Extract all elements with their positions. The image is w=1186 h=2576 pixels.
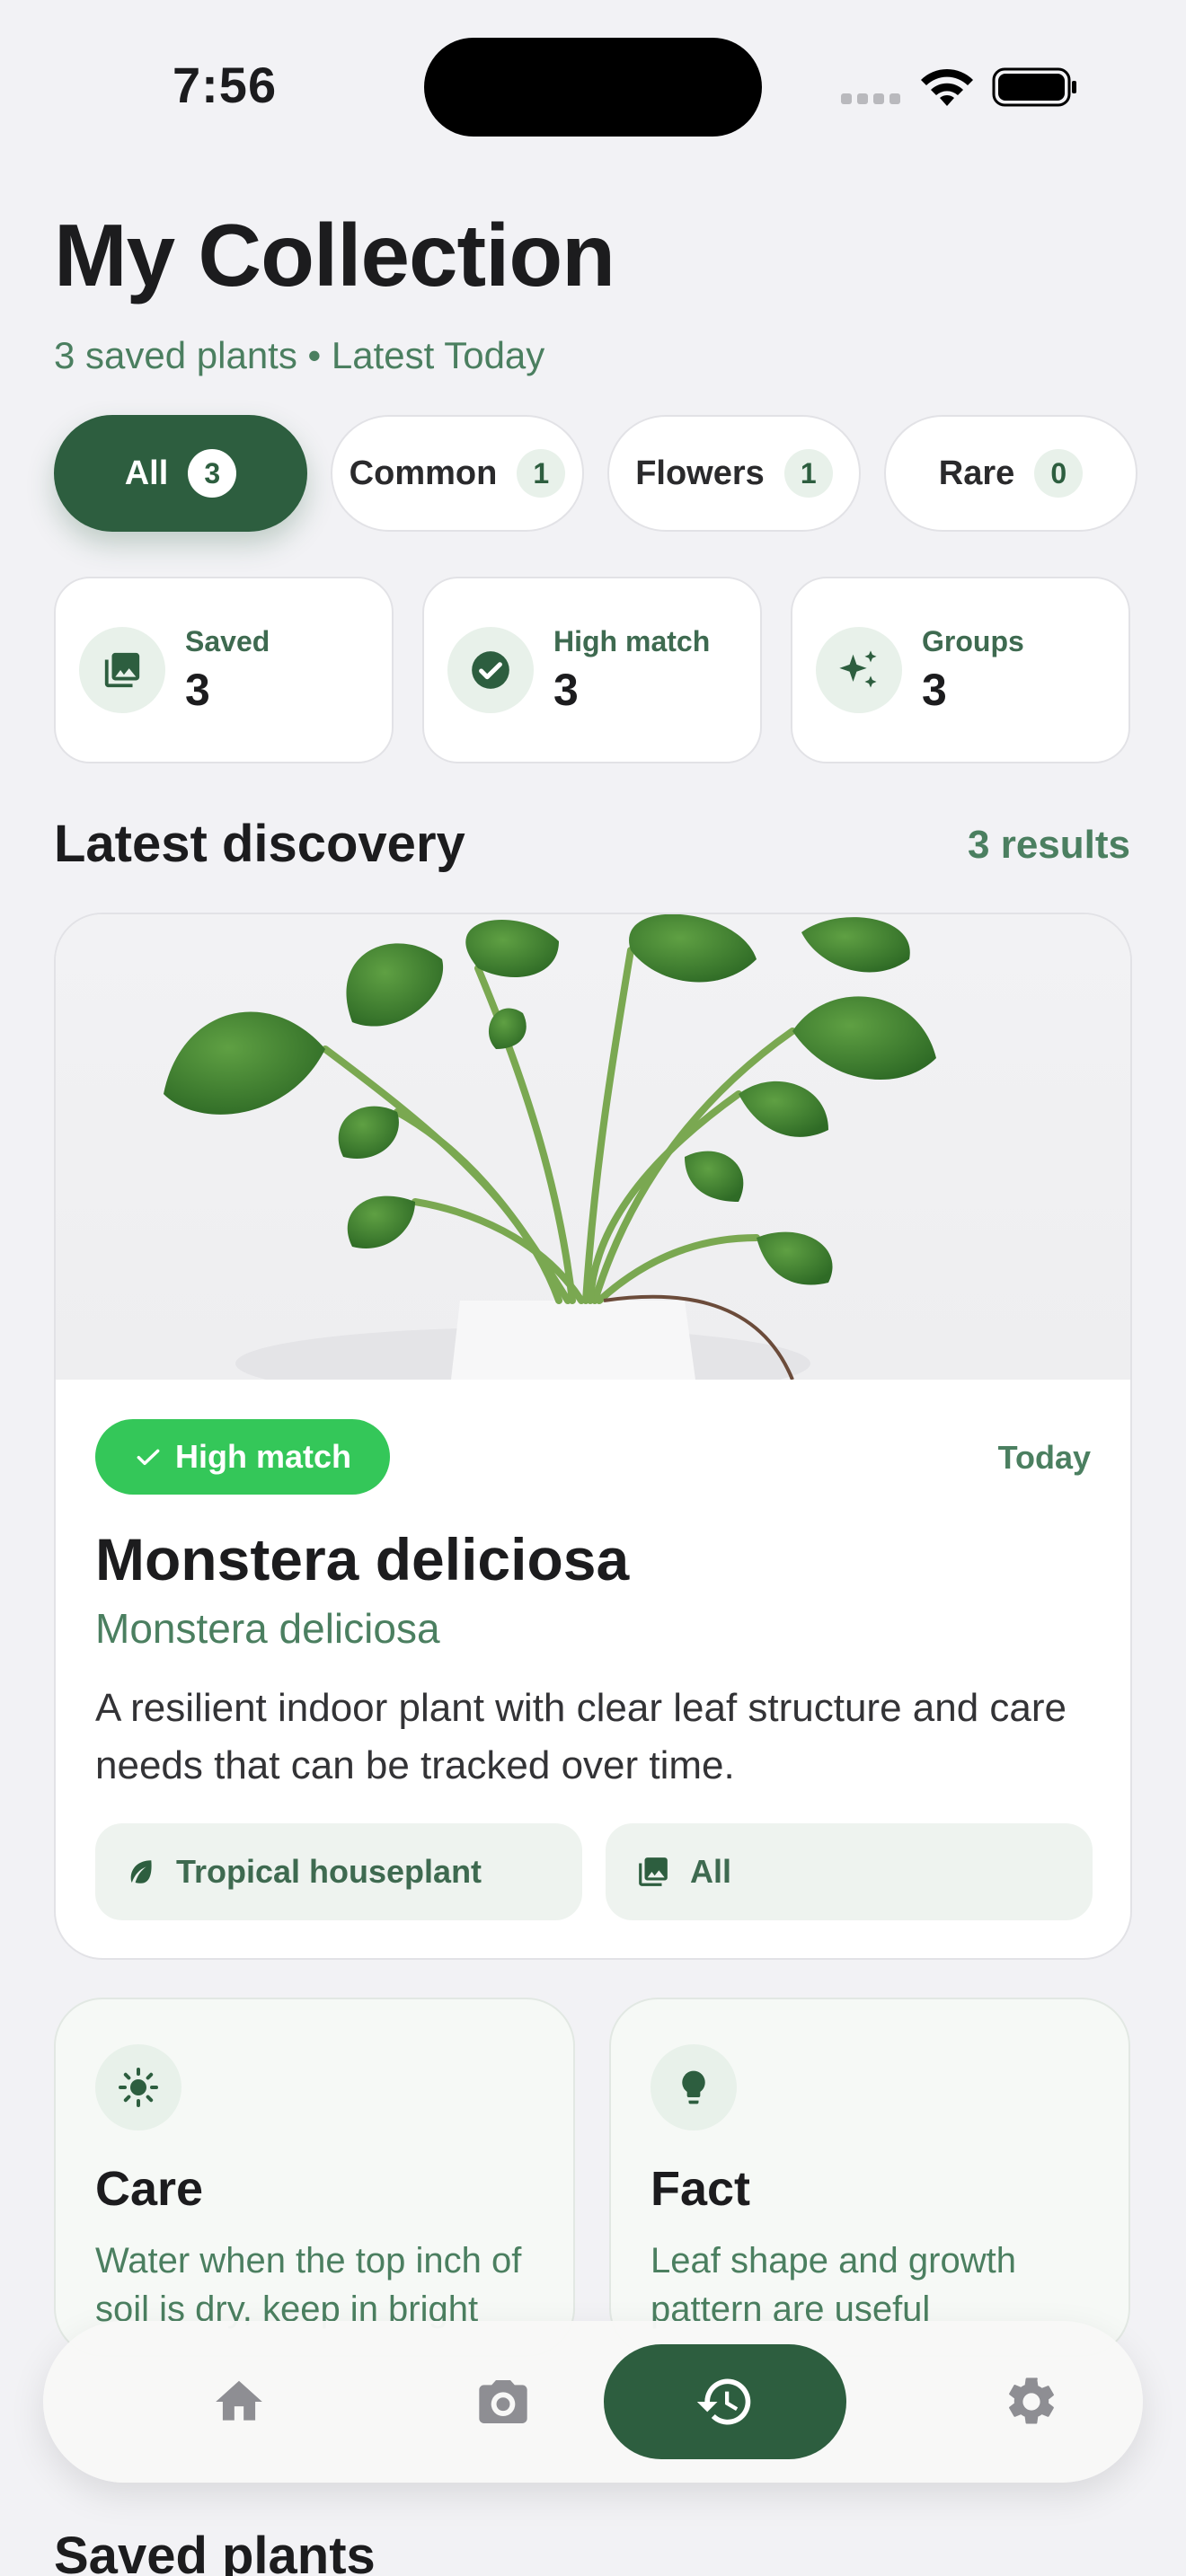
care-title: Care (95, 2162, 204, 2216)
photo-library-icon (79, 627, 165, 713)
stat-label: High match (553, 624, 711, 657)
tag-category[interactable]: Tropical houseplant (95, 1823, 582, 1920)
sun-icon (95, 2044, 181, 2130)
status-bar: 7:56 (0, 0, 1186, 171)
camera-icon (479, 2380, 527, 2423)
checkmark-icon (137, 1449, 160, 1466)
fact-text: Leaf shape and growth pattern are useful (651, 2241, 1016, 2329)
fact-card[interactable]: Fact Leaf shape and growth pattern are u… (609, 1998, 1130, 2357)
plant-photo (56, 914, 1130, 1380)
tab-camera[interactable] (408, 2344, 598, 2459)
filter-chip-label: All (124, 454, 169, 492)
filter-chip-all[interactable]: All 3 (54, 415, 307, 532)
badge-label: High match (174, 1438, 351, 1475)
plant-scientific-name: Monstera deliciosa (95, 1605, 440, 1652)
status-time: 7:56 (173, 57, 278, 113)
photo-library-icon (639, 1857, 668, 1886)
filter-chips: All 3 Common 1 Flowers 1 Rare 0 (54, 415, 1137, 532)
page-title: My Collection (54, 206, 615, 304)
stat-label: Groups (922, 624, 1024, 657)
tab-history[interactable] (604, 2344, 846, 2459)
tag-label: Tropical houseplant (176, 1853, 482, 1890)
battery-icon (992, 67, 1076, 107)
section-title-latest: Latest discovery (54, 815, 465, 873)
stat-card-groups: Groups 3 (791, 577, 1130, 763)
high-match-badge: High match (95, 1419, 390, 1495)
history-icon (696, 2378, 751, 2425)
stat-card-high-match: High match 3 (422, 577, 762, 763)
tag-group[interactable]: All (606, 1823, 1093, 1920)
stats-row: Saved 3 High match 3 Groups 3 (54, 577, 1130, 763)
tab-home[interactable] (144, 2344, 334, 2459)
page-subtitle: 3 saved plants • Latest Today (54, 334, 545, 376)
stat-label: Saved (185, 624, 270, 657)
results-count[interactable]: 3 results (968, 823, 1130, 868)
filter-chip-count: 3 (188, 449, 237, 498)
gear-icon (1009, 2378, 1054, 2424)
filter-chip-label: Flowers (635, 454, 765, 492)
dynamic-island (424, 38, 762, 137)
cellular-signal-icon (841, 93, 900, 104)
stat-card-saved: Saved 3 (54, 577, 394, 763)
filter-chip-label: Rare (938, 454, 1015, 492)
stat-value: 3 (922, 664, 947, 715)
tab-settings[interactable] (936, 2344, 1127, 2459)
care-text: Water when the top inch of soil is dry, … (95, 2241, 522, 2329)
filter-chip-count: 1 (783, 449, 833, 498)
plant-tags: Tropical houseplant All (95, 1823, 1093, 1920)
plant-description: A resilient indoor plant with clear leaf… (95, 1686, 1067, 1787)
filter-chip-count: 1 (517, 449, 566, 498)
filter-chip-label: Common (349, 454, 498, 492)
fact-title: Fact (651, 2162, 751, 2216)
latest-discovery-card[interactable]: High match Today Monstera deliciosa Mons… (54, 913, 1132, 1960)
lightbulb-icon (651, 2044, 737, 2130)
filter-chip-flowers[interactable]: Flowers 1 (607, 415, 861, 532)
sparkle-icon (816, 627, 902, 713)
discovery-date: Today (997, 1439, 1091, 1476)
stat-value: 3 (185, 664, 210, 715)
filter-chip-count: 0 (1034, 449, 1084, 498)
check-circle-icon (447, 627, 534, 713)
plant-common-name: Monstera deliciosa (95, 1526, 630, 1592)
home-icon (216, 2380, 262, 2421)
care-card[interactable]: Care Water when the top inch of soil is … (54, 1998, 575, 2357)
stat-value: 3 (553, 664, 579, 715)
filter-chip-rare[interactable]: Rare 0 (884, 415, 1137, 532)
leaf-icon (130, 1860, 152, 1883)
bottom-tab-bar (43, 2321, 1143, 2483)
section-title-saved: Saved plants (54, 2527, 376, 2576)
wifi-icon (921, 68, 973, 106)
tag-label: All (690, 1853, 732, 1890)
filter-chip-common[interactable]: Common 1 (331, 415, 584, 532)
